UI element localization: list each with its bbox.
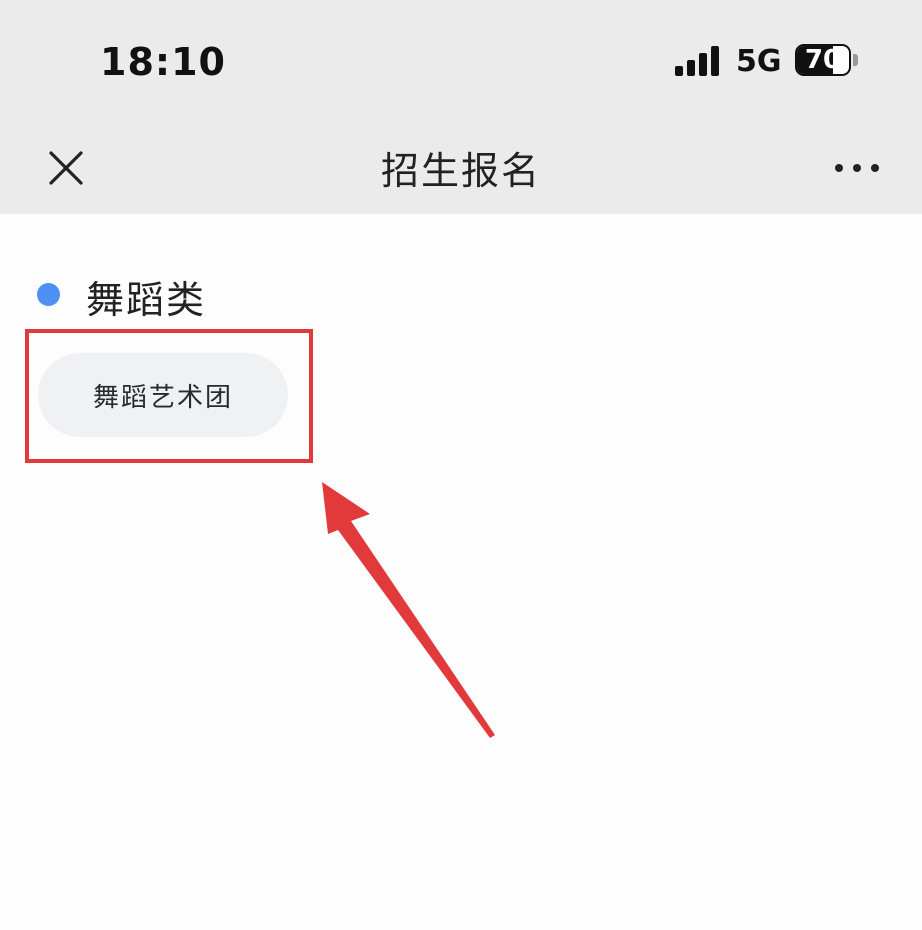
- page-title: 招生报名: [380, 149, 541, 193]
- more-dots-icon: [835, 164, 879, 172]
- arrow-up-left-icon: [322, 482, 495, 738]
- status-bar: 18:10 5G 70: [0, 0, 922, 120]
- section-bullet-icon: [37, 283, 60, 306]
- battery-icon: 70: [795, 44, 851, 76]
- signal-bars-icon: [675, 46, 719, 76]
- section-title: 舞蹈类: [86, 278, 207, 322]
- highlight-box: [25, 329, 313, 463]
- status-time: 18:10: [100, 40, 226, 84]
- network-label: 5G: [736, 44, 782, 79]
- battery-level: 70: [804, 45, 842, 75]
- battery-tip: [853, 54, 858, 66]
- nav-bar: 招生报名: [0, 120, 922, 214]
- more-button[interactable]: [828, 142, 886, 194]
